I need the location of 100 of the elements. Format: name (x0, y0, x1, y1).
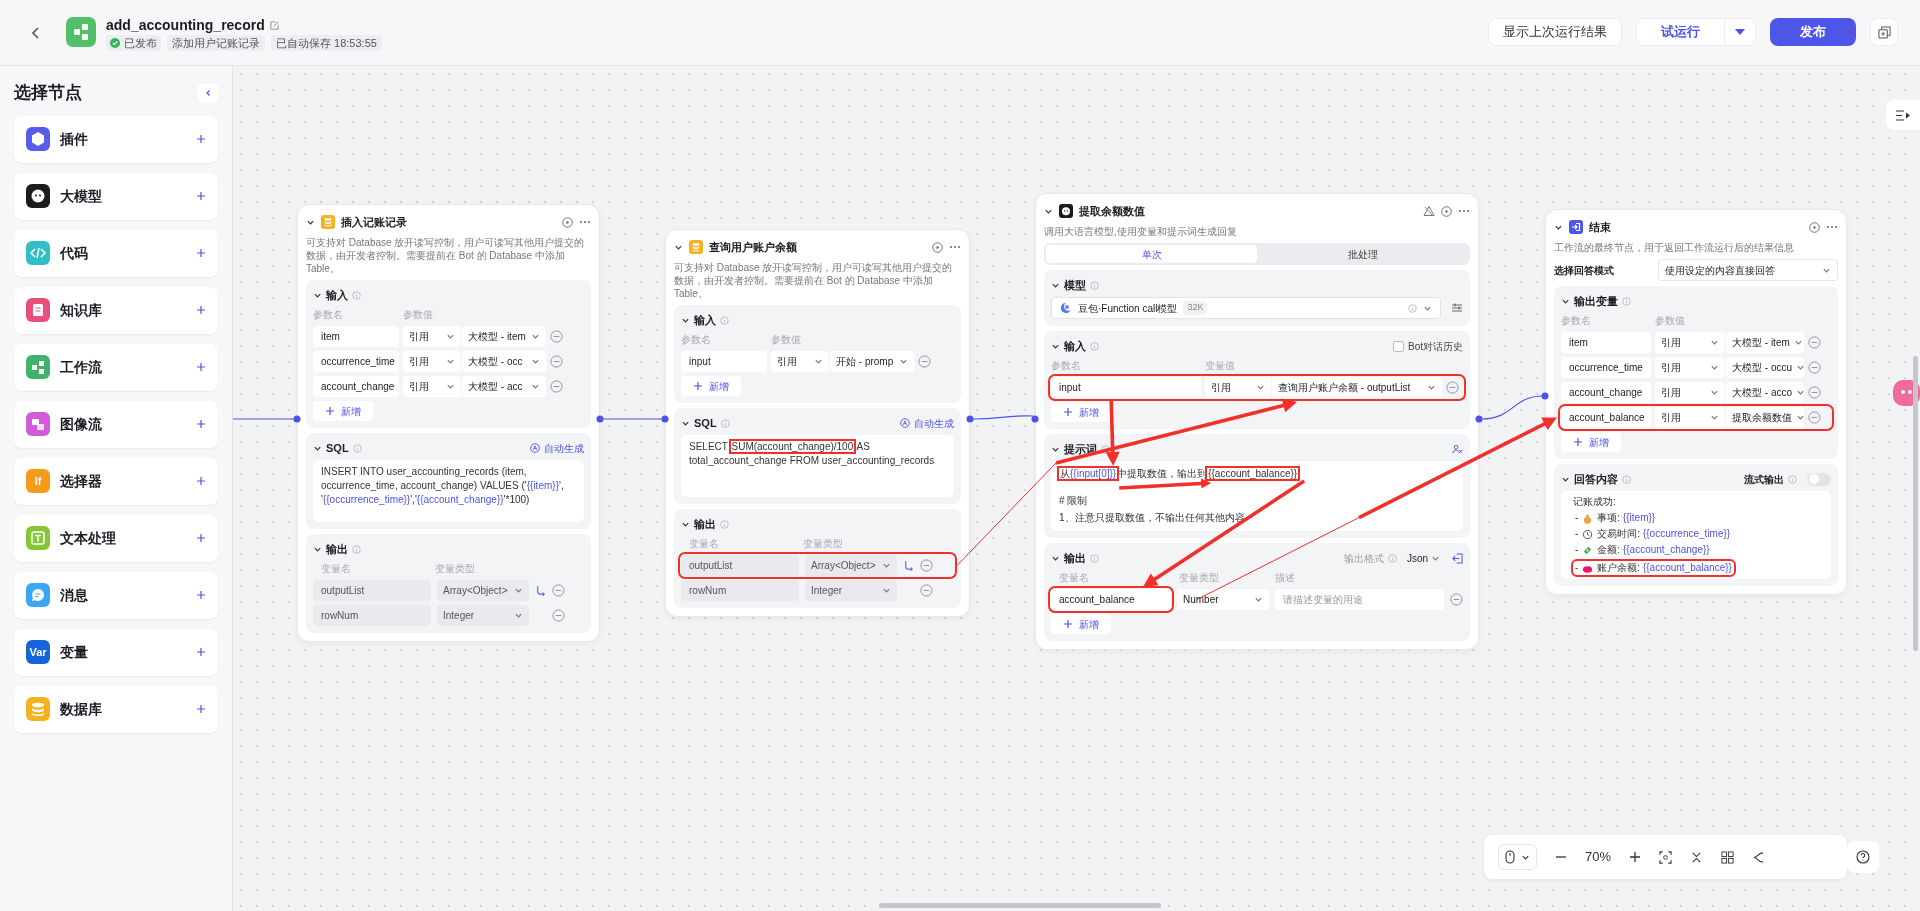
sql-editor[interactable]: INSERT INTO user_accounting_records (item, occurrence_time, account_change) VALUES ('{{item}}', '{{occurrence_time}}','{{account_change}}'*100) (313, 460, 584, 522)
type-select[interactable]: Integer (437, 605, 529, 626)
column-header: 变量名 (688, 537, 720, 551)
add-button[interactable]: 新增 (313, 401, 373, 421)
column-header: 参数名 (313, 308, 344, 322)
name-field[interactable]: rowNum (313, 605, 431, 626)
node-description: 调用大语言模型,使用变量和提示词生成回复 (1044, 225, 1238, 238)
node-type-item[interactable]: 知识库 (14, 286, 218, 334)
node-type-item[interactable]: Var 变量 (14, 628, 218, 676)
answer-editor[interactable]: 记账成功: - 事项: {{item}} - 交易时间: {{occurrence_time}} - 金额: {{account_change}} - 账户余额: {{account_balance}} (1561, 491, 1831, 579)
node-type-item[interactable]: 插件 (14, 115, 218, 163)
column-header: 变量值 (1205, 359, 1236, 373)
column-header: 描述 (1275, 571, 1296, 585)
mode-select[interactable]: 引用 (1655, 382, 1725, 403)
name-field[interactable]: rowNum (681, 580, 799, 601)
node-type-item[interactable]: 代码 (14, 229, 218, 277)
node-type-item[interactable]: 消息 (14, 571, 218, 619)
section-title: 输入 (326, 287, 348, 303)
bullet-text: - (1575, 511, 1579, 525)
tab[interactable]: 单次 (1046, 245, 1257, 263)
node-title: 查询用户账户余额 (709, 239, 797, 255)
add-button[interactable]: 新增 (1051, 402, 1111, 422)
mode-select[interactable]: 引用 (1655, 407, 1725, 428)
value-select[interactable]: 大模型 - occu (1726, 357, 1804, 378)
name-field[interactable]: item (313, 326, 399, 347)
column-header: 变量名 (1058, 571, 1090, 585)
column-header: 变量类型 (803, 537, 844, 551)
name-field[interactable]: input (1051, 377, 1201, 398)
mode-select[interactable]: 引用 (1205, 377, 1271, 398)
value-select[interactable]: 大模型 - acco (1726, 382, 1804, 403)
node-type-item[interactable]: 数据库 (14, 685, 218, 733)
node-type-item[interactable]: 大模型 (14, 172, 218, 220)
value-select[interactable]: 提取余额数值 (1726, 407, 1804, 428)
column-header: 参数名 (681, 333, 712, 347)
add-button[interactable]: 新增 (681, 376, 741, 396)
column-header: 参数名 (1561, 314, 1592, 328)
type-select[interactable]: Array<Object> (805, 555, 897, 576)
name-field[interactable]: outputList (681, 555, 799, 576)
answer-line: 账户余额: {{account_balance}} (1597, 561, 1732, 575)
name-field[interactable]: account_balance (1051, 589, 1171, 610)
node-description: 可支持对 Database 放开读写控制，用户可读写其他用户提交的数据，由开发者控制。需要提前在 Bot 的 Database 中添加 Table。 (674, 261, 954, 300)
name-field[interactable]: account_change (313, 376, 399, 397)
column-header: 参数值 (1655, 314, 1686, 328)
value-select[interactable]: 查询用户账户余额 - outputList (1272, 377, 1442, 398)
name-field[interactable]: item (1561, 332, 1651, 353)
publish-button[interactable]: 发布 (1770, 18, 1856, 46)
model-select[interactable]: 豆包·Function call模型 32K (1051, 297, 1441, 319)
add-button[interactable]: 新增 (1561, 432, 1621, 452)
name-field[interactable]: occurrence_time (1561, 357, 1651, 378)
name-field[interactable]: input (681, 351, 767, 372)
name-field[interactable]: account_change (1561, 382, 1651, 403)
section-title: 回答内容 (1574, 471, 1618, 487)
mode-select[interactable]: 引用 (403, 326, 461, 347)
mode-select[interactable]: 引用 (1655, 357, 1725, 378)
value-select[interactable]: 大模型 - item (1726, 332, 1804, 353)
name-field[interactable]: outputList (313, 580, 431, 601)
node-description: 工作流的最终节点，用于返回工作流运行后的结果信息 (1554, 241, 1795, 254)
section-title: 模型 (1064, 277, 1086, 293)
column-header: 变量类型 (1178, 571, 1220, 585)
name-field[interactable]: occurrence_time (313, 351, 399, 372)
panel-title: 选择节点 (14, 82, 82, 104)
value-select[interactable]: 开始 - promp (830, 351, 914, 372)
section-title: 输入 (694, 312, 716, 328)
sql-text: INSERT INTO user_accounting_records (item, occurrence_time, account_change) VALUES ('{{item}}', '{{occurrence_time}}','{{account_change}}'*100) (321, 465, 565, 507)
section-title: 输出 (694, 516, 716, 532)
tab[interactable]: 批处理 (1257, 245, 1468, 263)
answer-line: 金额: {{account_change}} (1597, 543, 1710, 557)
node-title: 结束 (1589, 219, 1611, 235)
description-tag: 添加用户记账记录 (167, 35, 265, 51)
type-select[interactable]: Number (1177, 589, 1269, 610)
type-select[interactable]: Array<Object> (437, 580, 529, 601)
model-name: 豆包·Function call模型 (1078, 301, 1178, 316)
autosave-tag: 已自动保存 18:53:55 (271, 35, 382, 51)
format-select[interactable]: Json (1406, 550, 1440, 566)
value-select[interactable]: 大模型 - item (462, 326, 546, 347)
mode-select[interactable]: 引用 (403, 351, 461, 372)
node-type-item[interactable]: 文本处理 (14, 514, 218, 562)
auto-generate-link[interactable]: 自动生成 (900, 415, 954, 431)
node-type-item[interactable]: 工作流 (14, 343, 218, 391)
value-select[interactable]: 大模型 - occ (462, 351, 546, 372)
zoom-level: 70% (1585, 848, 1612, 867)
auto-generate-link[interactable]: 自动生成 (530, 440, 584, 456)
node-type-item[interactable]: 图像流 (14, 400, 218, 448)
mode-select[interactable]: 引用 (403, 376, 461, 397)
add-button[interactable]: 新增 (1051, 614, 1111, 634)
node-type-item[interactable]: If 选择器 (14, 457, 218, 505)
bullet-text: - (1575, 543, 1579, 557)
column-header: 变量名 (320, 562, 352, 576)
column-header: 参数值 (771, 333, 802, 347)
show-last-result-button[interactable]: 显示上次运行结果 (1488, 18, 1622, 46)
value-select[interactable]: 大模型 - acc (462, 376, 546, 397)
name-field[interactable]: account_balance (1561, 407, 1651, 428)
column-header: 参数值 (403, 308, 434, 322)
type-select[interactable]: Integer (805, 580, 897, 601)
answer-mode-select[interactable]: 使用设定的内容直接回答 (1658, 259, 1838, 281)
section-title: 输出 (326, 541, 348, 557)
mode-select[interactable]: 引用 (1655, 332, 1725, 353)
mode-select[interactable]: 引用 (771, 351, 829, 372)
description-field[interactable]: 请描述变量的用途 (1275, 589, 1444, 610)
sql-editor[interactable]: SELECT SUM(account_change)/100 AS total_account_change FROM user_accounting_records (681, 435, 954, 497)
